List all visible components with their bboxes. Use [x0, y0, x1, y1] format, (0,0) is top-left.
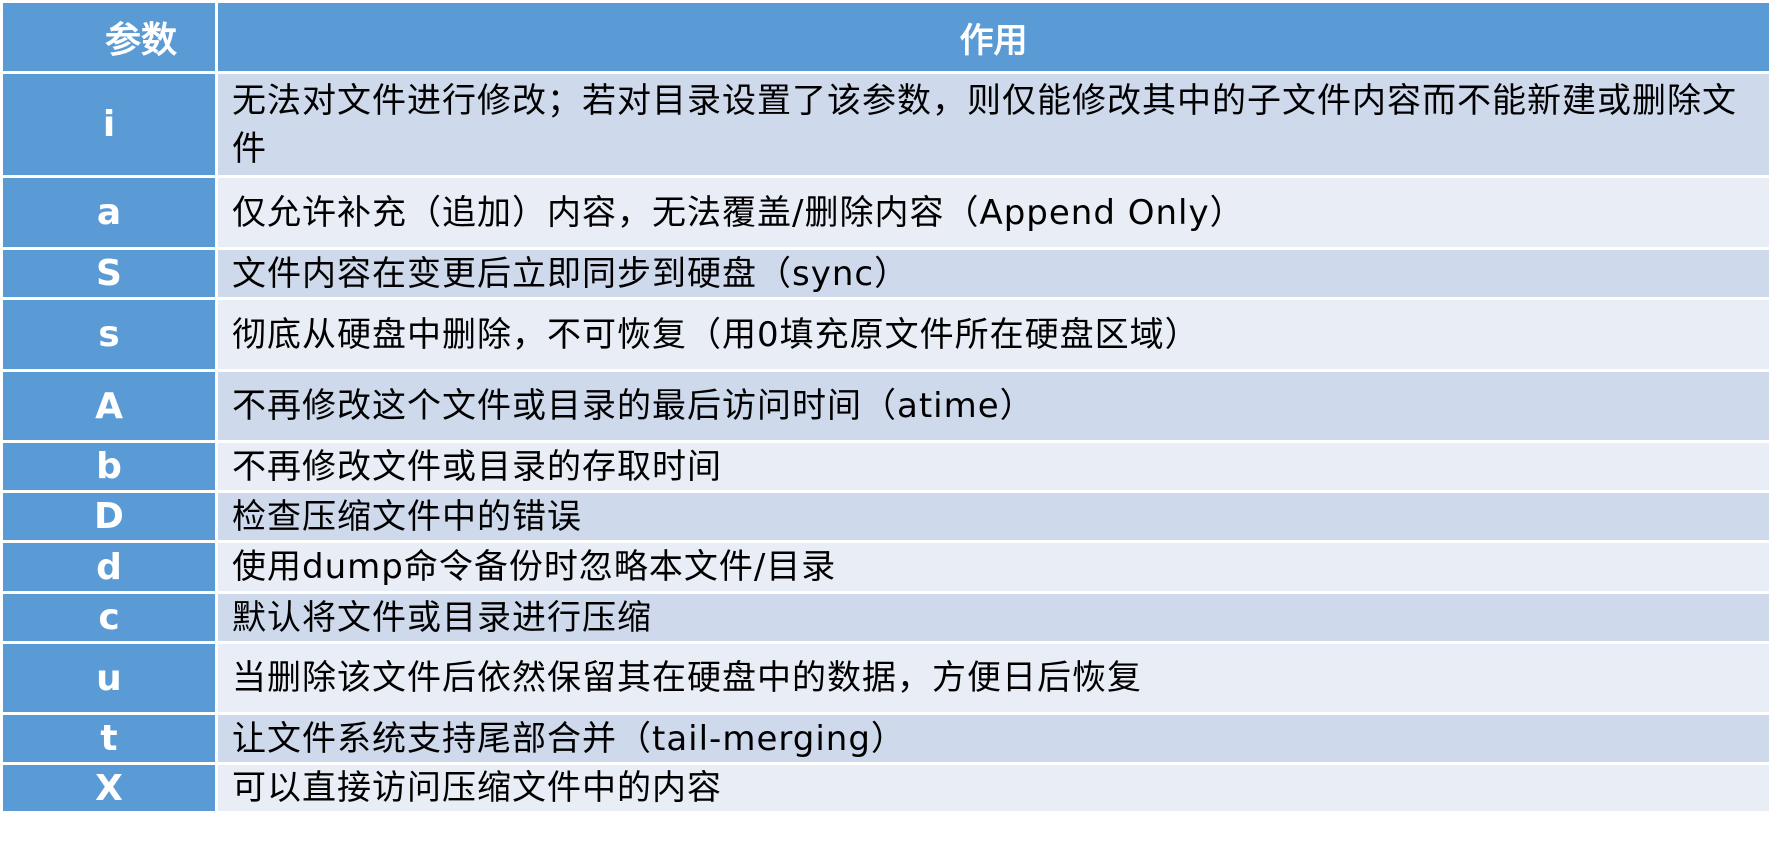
- attribute-table: 参数 作用 i 无法对文件进行修改；若对目录设置了该参数，则仅能修改其中的子文件内…: [3, 3, 1769, 811]
- effect-cell: 不再修改这个文件或目录的最后访问时间（atime）: [218, 372, 1769, 440]
- effect-cell: 可以直接访问压缩文件中的内容: [218, 765, 1769, 811]
- param-cell: a: [3, 178, 215, 247]
- param-cell: S: [3, 250, 215, 297]
- effect-cell: 让文件系统支持尾部合并（tail-merging）: [218, 715, 1769, 762]
- effect-cell: 检查压缩文件中的错误: [218, 493, 1769, 540]
- param-cell: t: [3, 715, 215, 762]
- param-cell: X: [3, 765, 215, 811]
- effect-cell: 默认将文件或目录进行压缩: [218, 594, 1769, 641]
- effect-cell: 不再修改文件或目录的存取时间: [218, 443, 1769, 490]
- param-cell: c: [3, 594, 215, 641]
- param-cell: b: [3, 443, 215, 490]
- effect-cell: 使用dump命令备份时忽略本文件/目录: [218, 543, 1769, 591]
- effect-cell: 彻底从硬盘中删除，不可恢复（用0填充原文件所在硬盘区域）: [218, 300, 1769, 369]
- param-cell: D: [3, 493, 215, 540]
- param-cell: s: [3, 300, 215, 369]
- effect-cell: 文件内容在变更后立即同步到硬盘（sync）: [218, 250, 1769, 297]
- header-param: 参数: [3, 3, 215, 71]
- param-cell: i: [3, 74, 215, 175]
- param-cell: u: [3, 644, 215, 712]
- param-cell: d: [3, 543, 215, 591]
- effect-cell: 当删除该文件后依然保留其在硬盘中的数据，方便日后恢复: [218, 644, 1769, 712]
- header-effect: 作用: [218, 3, 1769, 71]
- effect-cell: 仅允许补充（追加）内容，无法覆盖/删除内容（Append Only）: [218, 178, 1769, 247]
- effect-cell: 无法对文件进行修改；若对目录设置了该参数，则仅能修改其中的子文件内容而不能新建或…: [218, 74, 1769, 175]
- param-cell: A: [3, 372, 215, 440]
